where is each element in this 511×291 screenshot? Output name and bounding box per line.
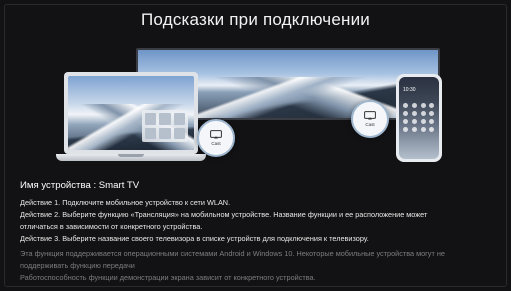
connection-illustration: 10:30 Cast Cast: [56, 40, 456, 175]
connection-tips-screen: Подсказки при подключении 10:30 Cast Cas…: [0, 0, 511, 291]
device-name: Имя устройства : Smart TV: [20, 180, 140, 191]
cast-label: Cast: [211, 141, 221, 146]
step-1: Действие 1. Подключите мобильное устройс…: [20, 198, 231, 207]
laptop-image: [56, 72, 206, 187]
cast-bubble-phone: Cast: [351, 100, 389, 138]
step-2-continued: отличаться в зависимости от конкретного …: [20, 222, 203, 231]
step-2: Действие 2. Выберите функцию «Трансляция…: [20, 210, 428, 219]
cast-icon: [210, 130, 222, 139]
cast-icon: [364, 111, 376, 120]
note-os-support: Эта функция поддерживается операционными…: [20, 249, 445, 258]
phone-image: 10:30: [396, 74, 442, 162]
note-os-support-continued: поддерживать функцию передачи: [20, 261, 135, 270]
phone-time: 10:30: [403, 87, 416, 93]
page-title: Подсказки при подключении: [141, 10, 370, 29]
step-3: Действие 3. Выберите название своего тел…: [20, 234, 369, 243]
laptop-quick-panel: [142, 110, 188, 142]
cast-bubble-laptop: Cast: [197, 119, 235, 157]
cast-label: Cast: [365, 122, 375, 127]
instructions: Имя устройства : Smart TV Действие 1. По…: [20, 180, 497, 284]
note-device-dependency: Работоспособность функции демонстрации э…: [20, 273, 316, 282]
